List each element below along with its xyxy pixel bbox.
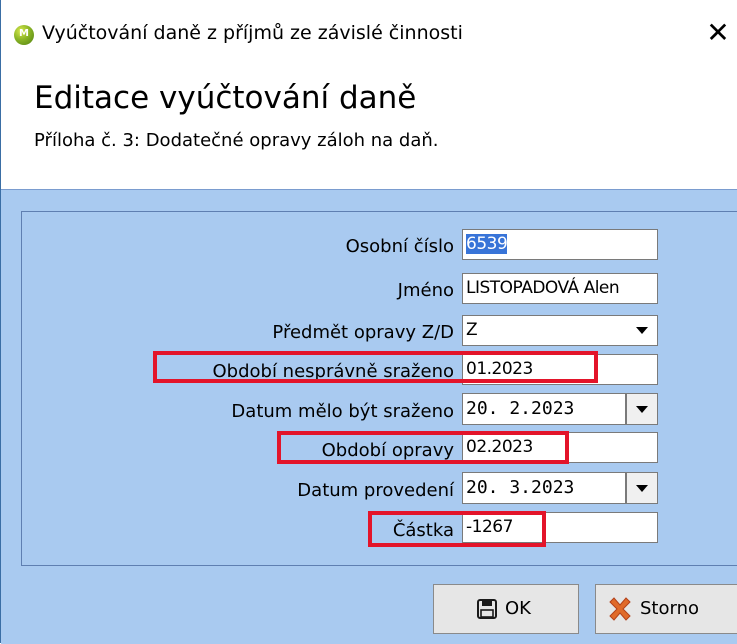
page-subtitle: Příloha č. 3: Dodatečné opravy záloh na … [34,130,439,151]
calendar-dropdown-button[interactable] [626,472,658,504]
ok-button[interactable]: OK [433,584,579,634]
highlight-box-obdobi-nespravne [153,351,598,383]
predmet-opravy-select[interactable]: Z [462,315,658,346]
osobni-cislo-value: 6539 [466,234,508,254]
storno-button-label: Storno [640,598,700,619]
predmet-opravy-value: Z [466,320,478,340]
osobni-cislo-input[interactable]: 6539 [462,229,658,260]
datum-provedeni-label: Datum provedení [297,480,454,501]
title-bar: M Vyúčtování daně z příjmů ze závislé či… [1,0,737,64]
cancel-x-icon [607,596,633,627]
close-button[interactable]: ✕ [703,18,733,48]
calendar-dropdown-button[interactable] [626,393,658,425]
datum-melo-byt-input[interactable]: 20. 2.2023 [462,393,626,425]
ok-button-label: OK [505,598,531,619]
window-title: Vyúčtování daně z příjmů ze závislé činn… [42,22,463,44]
predmet-opravy-label: Předmět opravy Z/D [272,322,454,343]
datum-melo-byt-label: Datum mělo být sraženo [231,401,454,422]
highlight-box-obdobi-opravy [277,431,569,464]
highlight-box-castka [368,511,546,547]
jmeno-input[interactable]: LISTOPADOVÁ Alen [462,273,658,304]
datum-provedeni-input[interactable]: 20. 3.2023 [462,472,626,504]
dialog-window: M Vyúčtování daně z příjmů ze závislé či… [0,0,737,644]
chevron-down-icon[interactable] [625,316,657,345]
osobni-cislo-label: Osobní číslo [345,236,454,257]
jmeno-label: Jméno [397,280,454,301]
save-icon [477,599,497,624]
app-logo-icon: M [14,25,34,45]
storno-button[interactable]: Storno [595,584,737,634]
page-title: Editace vyúčtování daně [34,80,417,116]
